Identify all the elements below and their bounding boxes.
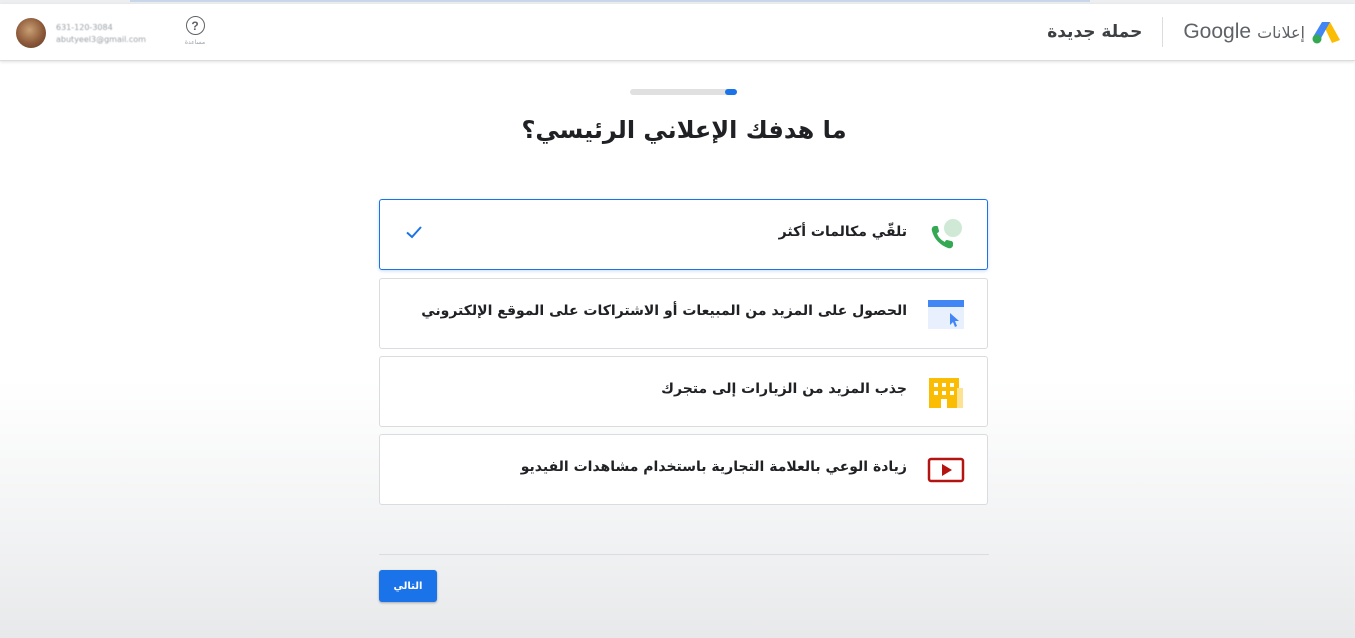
- page-title: حملة جديدة: [1047, 22, 1143, 42]
- header-divider: [1162, 17, 1164, 47]
- google-ads-brand[interactable]: Google إعلانات: [1183, 19, 1341, 45]
- store-building-icon: [929, 378, 963, 408]
- ads-campaign-page: 631-120-3084 abutyeel3@gmail.com ? مساعد…: [0, 0, 1355, 638]
- goal-option-brand-video[interactable]: زيادة الوعي بالعلامة التجارية باستخدام م…: [379, 434, 988, 505]
- brand-ads-text: إعلانات: [1257, 22, 1305, 42]
- account-info[interactable]: 631-120-3084 abutyeel3@gmail.com: [16, 16, 146, 50]
- progress-fill: [725, 89, 737, 95]
- app-header: 631-120-3084 abutyeel3@gmail.com ? مساعد…: [0, 4, 1355, 61]
- video-play-icon: [927, 457, 965, 483]
- next-button[interactable]: التالي: [379, 570, 437, 602]
- goal-option-calls[interactable]: تلقّي مكالمات أكثر: [379, 199, 988, 270]
- footer-divider: [379, 554, 989, 555]
- progress-bar: [630, 89, 737, 95]
- help-icon: ?: [185, 16, 205, 35]
- help-label: مساعدة: [184, 39, 206, 46]
- logo-area: حملة جديدة Google إعلانات: [1047, 14, 1341, 50]
- account-phone: 631-120-3084: [56, 22, 113, 32]
- account-email: abutyeel3@gmail.com: [56, 34, 146, 44]
- goal-option-website-sales[interactable]: الحصول على المزيد من المبيعات أو الاشترا…: [379, 278, 988, 349]
- avatar[interactable]: [16, 18, 46, 48]
- top-strip-bar: [130, 0, 1090, 2]
- checkmark-icon: [406, 226, 422, 239]
- page-question-title: ما هدفك الإعلاني الرئيسي؟: [521, 116, 847, 144]
- website-click-icon: [928, 300, 964, 329]
- google-ads-logo-icon: [1312, 22, 1340, 44]
- phone-call-icon: [931, 219, 962, 249]
- option-label: جذب المزيد من الزيارات إلى متجرك: [661, 381, 907, 397]
- brand-google-text: Google: [1183, 20, 1252, 43]
- goal-option-store-visits[interactable]: جذب المزيد من الزيارات إلى متجرك: [379, 356, 988, 427]
- account-text: 631-120-3084 abutyeel3@gmail.com: [56, 23, 146, 44]
- option-label: تلقّي مكالمات أكثر: [778, 224, 907, 240]
- option-label: الحصول على المزيد من المبيعات أو الاشترا…: [421, 303, 907, 319]
- option-label: زيادة الوعي بالعلامة التجارية باستخدام م…: [520, 459, 907, 475]
- help-button[interactable]: ? مساعدة: [182, 16, 208, 52]
